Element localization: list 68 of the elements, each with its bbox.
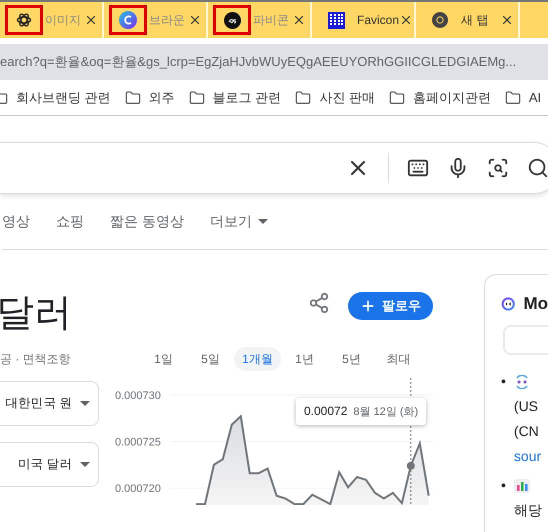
tab-title: 이미지 (45, 12, 81, 28)
browser-tab[interactable]: 새 탭 (416, 2, 520, 38)
bookmark-folder[interactable]: 홈페이지관련 (388, 88, 491, 106)
nav-link[interactable]: 짧은 동영상 (110, 212, 184, 230)
answer-text: (CN (514, 422, 539, 441)
follow-button[interactable]: 팔로우 (348, 292, 433, 320)
source-link[interactable]: sour (514, 444, 542, 469)
bullet-mark: • (501, 476, 506, 495)
currency-dropdown[interactable]: 미국 달러 (0, 442, 99, 487)
bookmark-folder[interactable]: 사진 판매 (295, 88, 375, 106)
axis-label: 0.000730 (115, 390, 161, 402)
c-logo-icon (119, 11, 137, 29)
more-menu[interactable]: 더보기 (210, 212, 268, 230)
axis-label: 0.000725 (115, 436, 161, 448)
bookmark-folder[interactable]: AI (504, 90, 542, 106)
close-tab-button[interactable] (292, 13, 306, 27)
plus-icon (360, 298, 376, 314)
range-tab[interactable]: 최대 (375, 347, 422, 371)
bookmark-folder[interactable]: 외주 (124, 88, 175, 106)
tab-title: 새 탭 (461, 12, 488, 28)
folder-icon (188, 90, 205, 106)
close-tab-button[interactable] (500, 13, 514, 27)
answer-text: (US (514, 397, 538, 416)
caret-icon (258, 219, 268, 224)
search-field[interactable] (0, 142, 548, 194)
bullet-mark: • (501, 372, 506, 391)
range-tab[interactable]: 1개월 (234, 347, 281, 371)
range-tab[interactable]: 1년 (281, 347, 328, 371)
answer-text: 해당 (514, 501, 542, 520)
url-text: earch?q=환율&oq=환율&gs_lcrp=EgZjaHJvbWUyEQgAEEUYORhGGIICGLEDGIAEMg... (0, 53, 516, 71)
bar-chart-icon (514, 478, 530, 492)
share-button[interactable] (308, 292, 330, 314)
panel-title: Mo (523, 294, 548, 314)
range-tab[interactable]: 1일 (140, 347, 187, 371)
hover-point (406, 462, 415, 470)
browser-tab[interactable]: Favicon (312, 2, 416, 38)
folder-icon (124, 90, 141, 106)
search-button[interactable] (527, 157, 548, 179)
tab-title: 브라운 (149, 12, 185, 28)
nav-link[interactable]: 영상 (2, 212, 30, 230)
monogram-logo-icon (224, 12, 240, 28)
disclaimer-text: 공 · 면책조항 (0, 350, 72, 368)
close-tab-button[interactable] (84, 13, 98, 27)
currency-dropdown[interactable]: 대한민국 원 (0, 381, 99, 426)
tooltip-value: 0.00072 (304, 404, 348, 418)
pixel-logo-icon (328, 12, 344, 28)
folder-icon (388, 90, 405, 106)
close-tab-button[interactable] (188, 13, 202, 27)
folder-icon (504, 90, 521, 106)
tab-title: 파비콘 (253, 12, 289, 28)
knot-logo-icon (16, 12, 32, 28)
browser-logo-icon (432, 12, 448, 28)
bookmark-folder[interactable]: 회사브랜딩 관련 (0, 88, 111, 106)
currency-title: 달러 (0, 291, 73, 336)
caret-icon (80, 401, 90, 406)
tooltip-date: 8월 12일 (화) (353, 405, 418, 419)
currency-exchange-icon (514, 374, 530, 388)
nav-link[interactable]: 쇼핑 (56, 212, 84, 230)
tab-title: Favicon (357, 13, 400, 27)
caret-icon (80, 462, 90, 467)
keyboard-button[interactable] (407, 157, 429, 179)
address-bar[interactable]: earch?q=환율&oq=환율&gs_lcrp=EgZjaHJvbWUyEQgAEEUYORhGGIICGLEDGIAEMg... (0, 44, 548, 80)
range-tab[interactable]: 5년 (328, 347, 375, 371)
range-tab[interactable]: 5일 (187, 347, 234, 371)
bookmark-folder[interactable]: 블로그 관련 (188, 88, 282, 106)
axis-label: 0.000720 (115, 483, 161, 496)
camera-search-button[interactable] (487, 157, 509, 179)
folder-icon (295, 90, 312, 106)
